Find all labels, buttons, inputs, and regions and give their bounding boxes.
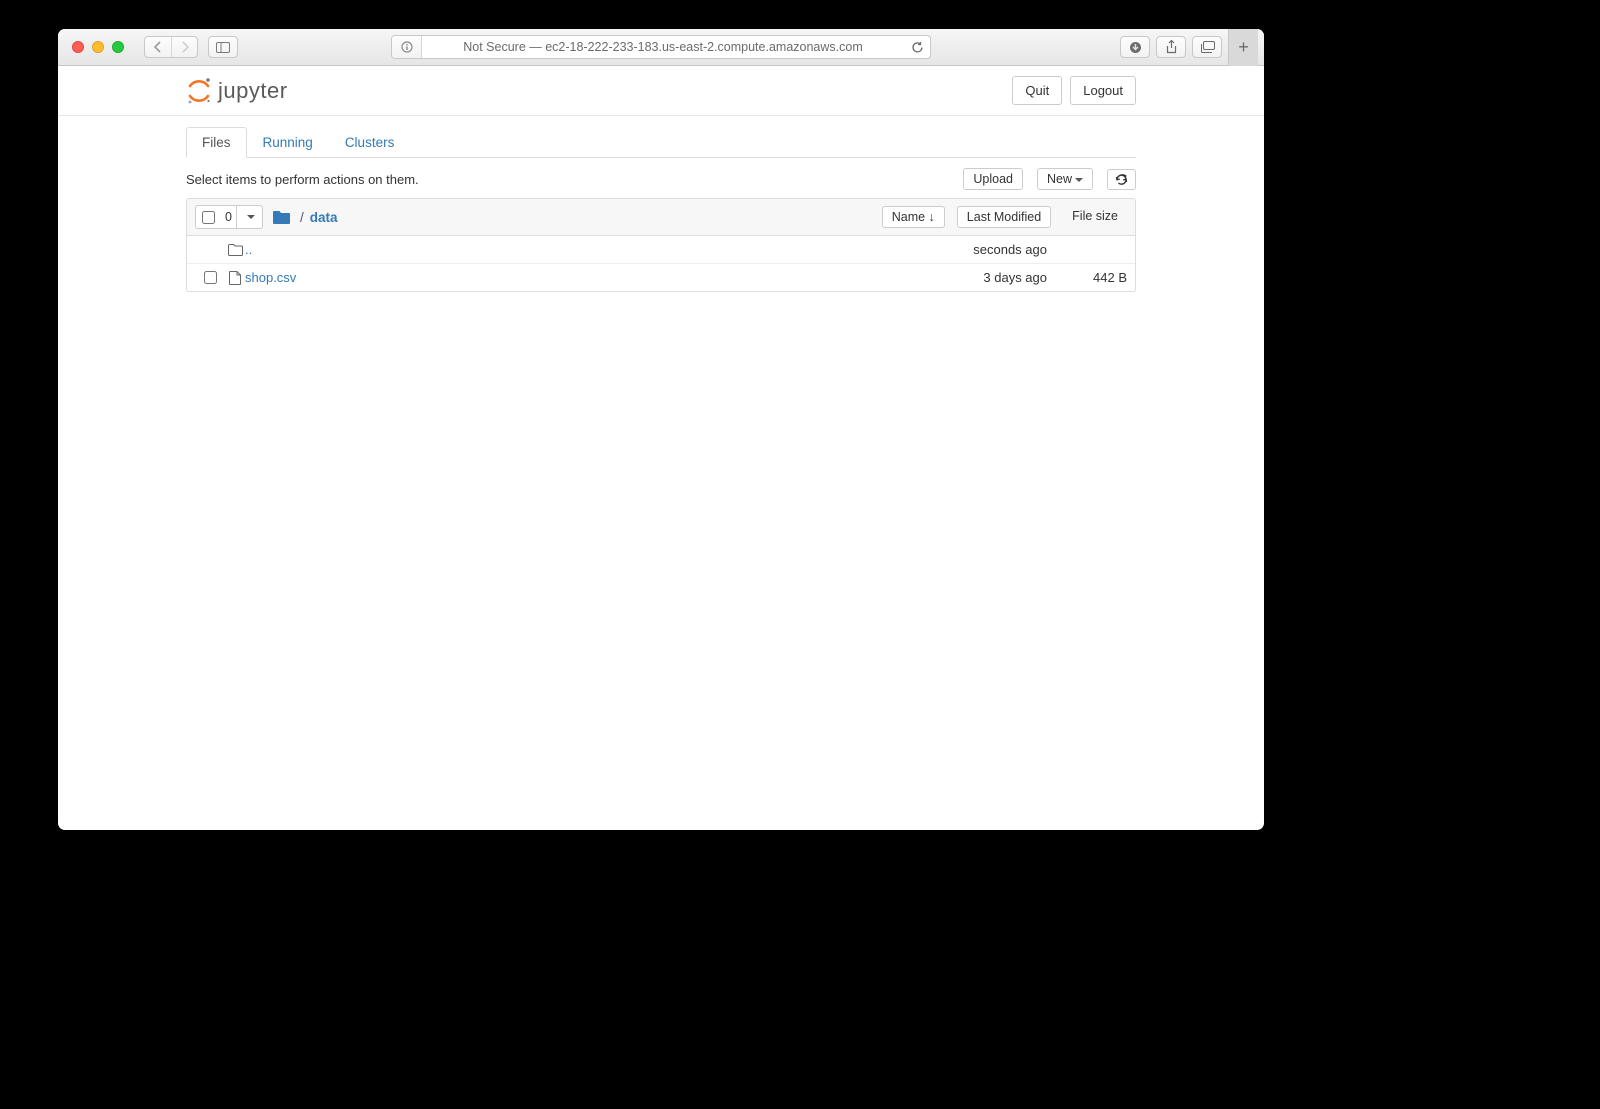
plus-icon: + [1238,37,1249,58]
share-icon [1166,40,1177,54]
jupyter-header: jupyter Quit Logout [58,66,1264,116]
new-tab-button[interactable]: + [1228,29,1258,66]
item-modified: seconds ago [917,242,1047,257]
logout-button[interactable]: Logout [1070,76,1136,105]
chevron-right-icon [181,41,189,53]
sidebar-toggle-button[interactable] [208,36,238,58]
new-button[interactable]: New [1037,168,1093,190]
download-icon [1129,41,1142,54]
window-controls [58,41,124,53]
item-size: 442 B [1047,270,1127,285]
page-content: jupyter Quit Logout Files Running Cluste… [58,66,1264,830]
minimize-window-icon[interactable] [92,41,104,53]
refresh-icon [1115,173,1128,186]
breadcrumb-separator: / [300,210,304,225]
select-dropdown-toggle[interactable] [236,206,262,228]
address-bar[interactable]: Not Secure — ec2-18-222-233-183.us-east-… [391,35,931,59]
list-item-file[interactable]: shop.csv 3 days ago 442 B [187,263,1135,291]
browser-window: Not Secure — ec2-18-222-233-183.us-east-… [58,29,1264,830]
reader-icon [400,41,414,53]
file-list-body: .. seconds ago shop.csv 3 days ago 442 B [186,236,1136,292]
arrow-down-icon: ↓ [929,210,935,224]
select-all-dropdown[interactable]: 0 [195,205,263,229]
hint-text: Select items to perform actions on them. [186,172,419,187]
name-col-label: Name [892,210,925,224]
selected-count: 0 [221,210,236,224]
sort-name-button[interactable]: Name ↓ [882,206,945,228]
select-all-checkbox[interactable] [202,211,215,224]
tabs: Files Running Clusters [186,126,1136,158]
folder-icon[interactable] [273,211,290,224]
reload-button[interactable] [904,41,930,54]
sort-modified-button[interactable]: Last Modified [957,206,1051,228]
upload-button[interactable]: Upload [963,168,1023,190]
file-list-header: 0 / data Name ↓ Last Modified F [186,198,1136,236]
item-link[interactable]: .. [245,242,252,257]
quit-button[interactable]: Quit [1012,76,1062,105]
reload-icon [911,41,924,54]
downloads-button[interactable] [1120,36,1150,58]
browser-titlebar: Not Secure — ec2-18-222-233-183.us-east-… [58,29,1264,66]
toolbar-row: Select items to perform actions on them.… [186,168,1136,190]
tabs-icon [1200,41,1215,53]
jupyter-logo-icon [186,77,212,105]
sort-size-button[interactable]: File size [1063,206,1127,228]
sidebar-icon [216,42,230,53]
tab-files[interactable]: Files [186,127,247,158]
jupyter-logo-text: jupyter [218,78,288,104]
share-button[interactable] [1156,36,1186,58]
reader-button[interactable] [392,36,422,58]
back-button[interactable] [145,37,171,57]
nav-button-group [144,36,198,58]
maximize-window-icon[interactable] [112,41,124,53]
item-checkbox[interactable] [204,271,217,284]
file-icon [225,271,245,285]
breadcrumb: / data [273,210,338,225]
forward-button[interactable] [171,37,197,57]
jupyter-logo[interactable]: jupyter [186,77,288,105]
close-window-icon[interactable] [72,41,84,53]
caret-down-icon [1075,178,1083,182]
new-button-label: New [1047,172,1072,186]
item-link[interactable]: shop.csv [245,270,296,285]
list-item-parent[interactable]: .. seconds ago [187,236,1135,263]
tab-running[interactable]: Running [247,127,329,158]
caret-down-icon [247,215,255,219]
item-modified: 3 days ago [917,270,1047,285]
chevron-left-icon [154,41,162,53]
address-text: Not Secure — ec2-18-222-233-183.us-east-… [422,40,904,54]
jupyter-body: Files Running Clusters Select items to p… [186,116,1136,292]
tabs-button[interactable] [1192,36,1222,58]
toolbar-right-group: + [1120,29,1258,66]
tab-clusters[interactable]: Clusters [329,127,411,158]
folder-open-icon [225,244,245,256]
refresh-button[interactable] [1107,169,1136,190]
breadcrumb-data[interactable]: data [310,210,338,225]
